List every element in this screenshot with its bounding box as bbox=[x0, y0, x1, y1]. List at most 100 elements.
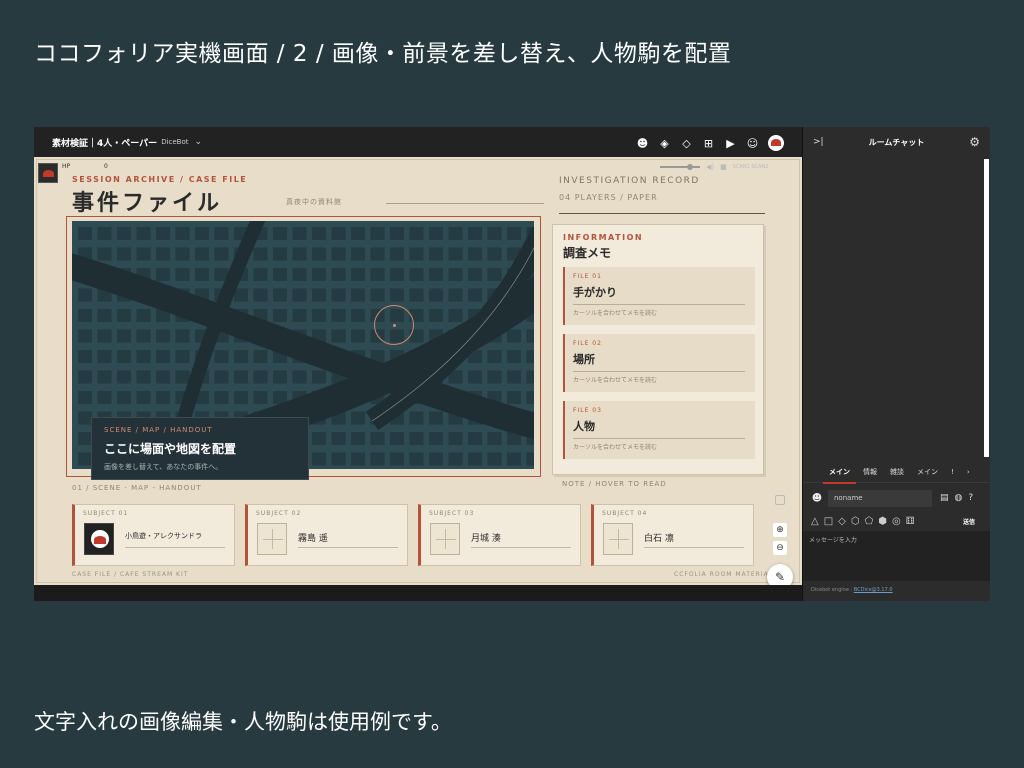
map-block bbox=[390, 432, 404, 445]
map-block bbox=[273, 370, 287, 384]
divider bbox=[298, 547, 398, 548]
divider bbox=[386, 203, 544, 204]
scene-description: 画像を差し替えて、あなたの事件へ。 bbox=[104, 463, 223, 471]
map-block bbox=[390, 288, 404, 302]
send-button[interactable]: 送信 bbox=[963, 517, 975, 526]
map-block bbox=[409, 227, 424, 240]
message-input[interactable]: メッセージを入力 bbox=[803, 531, 990, 581]
d20-icon[interactable]: ⬢ bbox=[878, 516, 887, 527]
map-block bbox=[390, 268, 404, 281]
tab-more[interactable]: ! bbox=[951, 468, 954, 476]
file-title: 人物 bbox=[573, 420, 595, 433]
list-icon[interactable]: ▤ bbox=[940, 493, 949, 503]
map-block bbox=[507, 370, 521, 384]
map-block bbox=[351, 247, 365, 261]
character-select-icon[interactable]: ☻ bbox=[811, 492, 823, 504]
chat-scrollbar[interactable] bbox=[984, 159, 989, 457]
volume-control[interactable]: ◀) ■ SCAN1 SCAN2 bbox=[660, 163, 768, 171]
user-avatar-icon[interactable] bbox=[768, 135, 784, 151]
add-note-icon[interactable]: ⊞ bbox=[702, 137, 715, 150]
map-block bbox=[78, 329, 92, 343]
game-board[interactable]: HP 0 SESSION ARCHIVE / CASE FILE 事件ファイル … bbox=[34, 157, 802, 585]
tabs-scroll-chevron-icon[interactable]: › bbox=[967, 468, 970, 476]
map-block bbox=[97, 391, 112, 404]
d10-icon[interactable]: ⬡ bbox=[851, 516, 860, 527]
subject-card[interactable]: SUBJECT 04 白石 凛 bbox=[591, 504, 754, 566]
character-icon[interactable]: ☻ bbox=[636, 137, 649, 150]
subject-card[interactable]: SUBJECT 03 月城 湊 bbox=[418, 504, 581, 566]
screen-icon[interactable]: ▶ bbox=[724, 137, 737, 150]
map-block bbox=[136, 391, 151, 404]
footer-right-label: CCFOLIA ROOM MATERIAL bbox=[674, 571, 774, 578]
engine-link[interactable]: BCDice@3.17.0 bbox=[854, 587, 893, 593]
file-number: FILE 03 bbox=[573, 407, 602, 414]
file-card[interactable]: FILE 01 手がかり カーソルを合わせてメモを読む bbox=[563, 267, 755, 325]
subject-portrait-placeholder-icon[interactable] bbox=[257, 523, 287, 555]
map-block bbox=[409, 432, 424, 445]
map-block bbox=[526, 329, 534, 343]
map-block bbox=[429, 452, 443, 466]
zoom-out-icon[interactable]: ⊖ bbox=[773, 541, 787, 555]
night-label: 真夜中の資料館 bbox=[286, 198, 342, 206]
fit-icon[interactable] bbox=[775, 495, 785, 505]
map-block bbox=[507, 227, 521, 240]
subject-portrait-placeholder-icon[interactable] bbox=[603, 523, 633, 555]
dice-row: △ □ ◇ ⬡ ⬠ ⬢ ◎ ⚅ 送信 bbox=[811, 514, 987, 528]
subject-name: 白石 凛 bbox=[644, 534, 674, 544]
map-block bbox=[409, 411, 424, 425]
subject-card[interactable]: SUBJECT 02 霧島 遥 bbox=[245, 504, 408, 566]
file-hint: カーソルを合わせてメモを読む bbox=[573, 310, 658, 317]
map-block bbox=[351, 227, 365, 240]
d12-icon[interactable]: ⬠ bbox=[865, 516, 874, 527]
d4-icon[interactable]: △ bbox=[811, 516, 819, 527]
hp-value: 0 bbox=[104, 163, 108, 170]
speaker-icon[interactable]: ◀) bbox=[706, 163, 714, 171]
file-card[interactable]: FILE 03 人物 カーソルを合わせてメモを読む bbox=[563, 401, 755, 459]
map-block bbox=[409, 247, 424, 261]
map-block bbox=[468, 452, 482, 466]
subject-card[interactable]: SUBJECT 01 小鳥遊・アレクサンドラ bbox=[72, 504, 235, 566]
map-block bbox=[409, 452, 424, 466]
map-block bbox=[156, 268, 170, 281]
dice-pair-icon[interactable]: ⚅ bbox=[906, 516, 915, 527]
map-block bbox=[175, 227, 190, 240]
map-block bbox=[156, 391, 170, 404]
volume-slider[interactable] bbox=[660, 164, 700, 170]
hp-avatar-icon[interactable] bbox=[38, 163, 58, 183]
square-icon[interactable]: ■ bbox=[720, 163, 727, 171]
map-block bbox=[390, 227, 404, 240]
dicebot-name[interactable]: DiceBot bbox=[161, 138, 188, 146]
tab-main[interactable]: メイン bbox=[823, 467, 856, 484]
subject-portrait-icon[interactable] bbox=[84, 523, 114, 555]
map-block bbox=[351, 268, 365, 281]
info-eyebrow: INFORMATION bbox=[563, 233, 644, 242]
help-icon[interactable]: ? bbox=[968, 493, 973, 503]
map-block bbox=[487, 268, 502, 281]
edit-pencil-icon[interactable]: ✎ bbox=[767, 564, 793, 585]
emoji-icon[interactable]: ☺ bbox=[746, 137, 759, 150]
tab-info[interactable]: 情報 bbox=[863, 467, 877, 477]
map-block bbox=[351, 288, 365, 302]
volume-knob[interactable] bbox=[687, 164, 693, 170]
gear-icon[interactable]: ⚙ bbox=[969, 135, 980, 149]
layers-icon[interactable]: ◈ bbox=[658, 137, 671, 150]
character-name-input[interactable]: noname bbox=[828, 489, 932, 507]
palette-icon[interactable]: ◍ bbox=[955, 493, 963, 503]
d100-icon[interactable]: ◎ bbox=[892, 516, 901, 527]
d8-icon[interactable]: ◇ bbox=[838, 516, 846, 527]
layers-alt-icon[interactable]: ◇ bbox=[680, 137, 693, 150]
engine-text: Dicebot engine : bbox=[811, 587, 854, 593]
tab-main-2[interactable]: メイン bbox=[917, 467, 938, 477]
chat-log[interactable] bbox=[803, 157, 985, 457]
zoom-in-icon[interactable]: ⊕ bbox=[773, 523, 787, 537]
room-menu-chevron-icon[interactable]: ⌄ bbox=[195, 137, 203, 147]
map-block bbox=[78, 411, 92, 425]
tab-chat[interactable]: 雑談 bbox=[890, 467, 904, 477]
subject-portrait-placeholder-icon[interactable] bbox=[430, 523, 460, 555]
room-name[interactable]: 素材検証｜4人・ペーパー bbox=[52, 136, 157, 149]
subject-label: SUBJECT 02 bbox=[256, 510, 302, 517]
d6-icon[interactable]: □ bbox=[824, 516, 833, 527]
chat-name-row: ☻ noname ▤ ◍ ? bbox=[807, 489, 987, 507]
file-card[interactable]: FILE 02 場所 カーソルを合わせてメモを読む bbox=[563, 334, 755, 392]
map-block bbox=[117, 329, 131, 343]
